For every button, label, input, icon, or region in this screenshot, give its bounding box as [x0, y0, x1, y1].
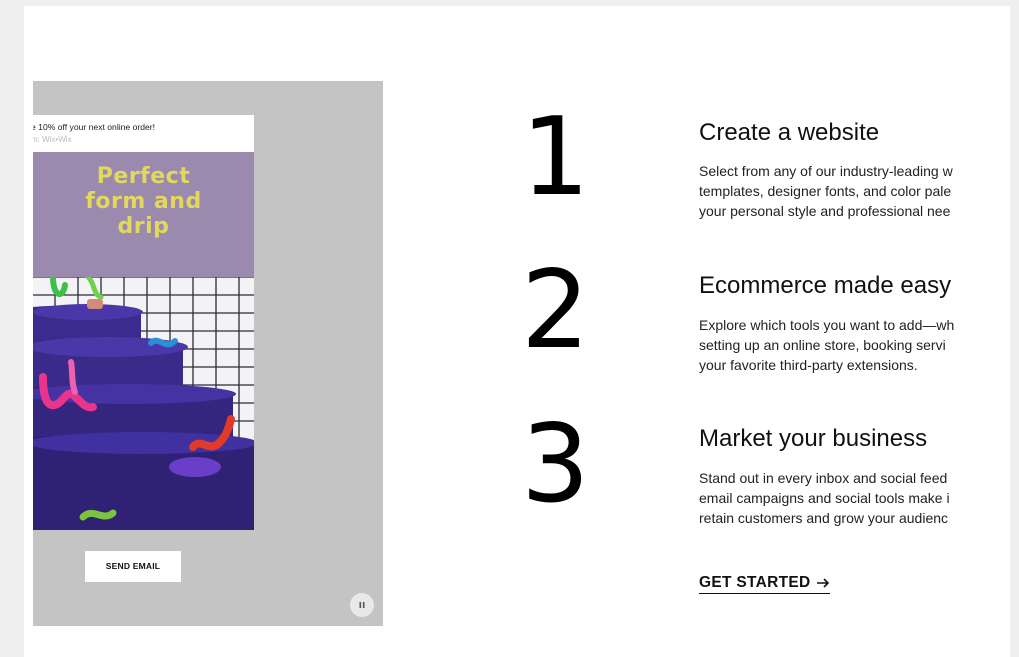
step-number-3: 3 — [521, 402, 590, 527]
pause-button[interactable] — [350, 593, 374, 617]
email-header: e 10% off your next online order! m: Wix… — [33, 115, 254, 152]
send-email-button[interactable]: SEND EMAIL — [85, 551, 181, 582]
page: e 10% off your next online order! m: Wix… — [24, 6, 1010, 657]
arrow-right-icon — [816, 578, 829, 588]
step-title-1: Create a website — [699, 119, 880, 146]
email-hero-banner: Perfect form and drip — [33, 152, 254, 277]
email-subject: e 10% off your next online order! — [33, 122, 156, 132]
pause-icon — [359, 602, 365, 608]
candles-scene-image — [33, 274, 254, 530]
email-sender: m: Wix•Wix — [33, 135, 72, 144]
email-preview-panel: e 10% off your next online order! m: Wix… — [33, 81, 383, 626]
step-title-3: Market your business — [699, 425, 928, 452]
get-started-link[interactable]: GET STARTED — [699, 574, 830, 594]
get-started-label: GET STARTED — [699, 574, 811, 591]
email-card: e 10% off your next online order! m: Wix… — [33, 115, 254, 530]
email-hero-text: Perfect form and drip — [85, 164, 202, 239]
step-description-3: Stand out in every inbox and social feed… — [699, 470, 950, 526]
step-description-2: Explore which tools you want to add—wh s… — [699, 317, 955, 373]
step-description-1: Select from any of our industry-leading … — [699, 163, 953, 219]
product-image — [33, 274, 254, 530]
step-number-2: 2 — [521, 248, 590, 373]
step-number-1: 1 — [521, 95, 590, 220]
step-title-2: Ecommerce made easy — [699, 272, 952, 299]
